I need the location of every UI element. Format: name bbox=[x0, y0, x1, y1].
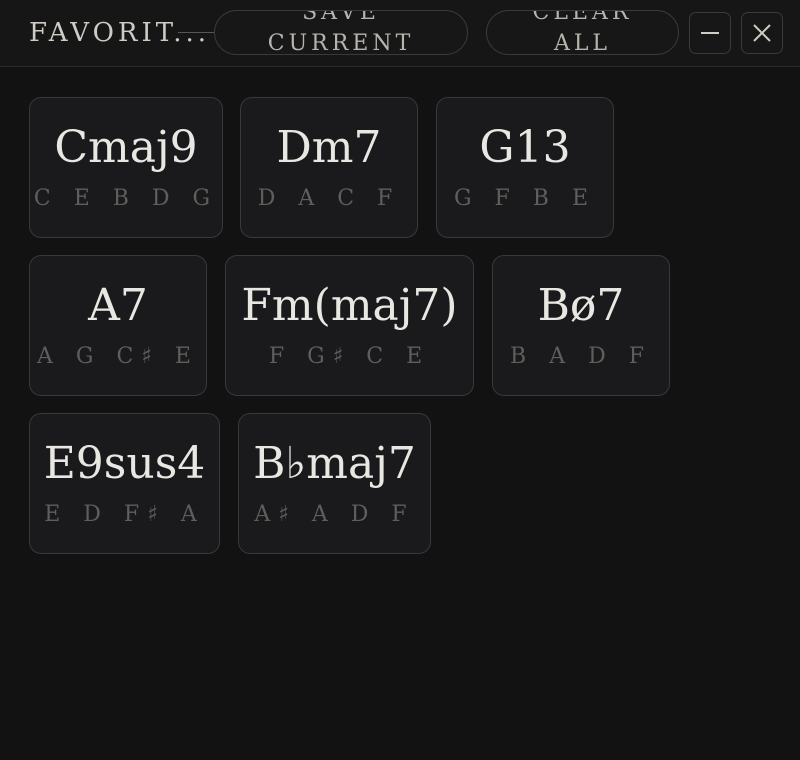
chord-card[interactable]: B♭maj7 A♯ A D F bbox=[238, 413, 431, 554]
chord-card[interactable]: G13 G F B E bbox=[436, 97, 614, 238]
chord-card[interactable]: Bø7 B A D F bbox=[492, 255, 670, 396]
chord-notes: C E B D G bbox=[33, 186, 219, 211]
chord-name: Dm7 bbox=[276, 122, 382, 173]
chord-name: E9sus4 bbox=[43, 438, 206, 489]
chord-card[interactable]: Cmaj9 C E B D G bbox=[29, 97, 223, 238]
chord-card[interactable]: Fm(maj7) F G♯ C E bbox=[225, 255, 474, 396]
chord-card[interactable]: E9sus4 E D F♯ A bbox=[29, 413, 220, 554]
chord-name: G13 bbox=[479, 122, 571, 173]
chord-notes: D A C F bbox=[257, 186, 401, 211]
chord-name: A7 bbox=[88, 280, 148, 331]
chord-grid: Cmaj9 C E B D G Dm7 D A C F G13 G F B E … bbox=[0, 0, 800, 760]
chord-name: Fm(maj7) bbox=[241, 280, 458, 331]
chord-notes: A G C♯ E bbox=[37, 344, 199, 369]
chord-name: Bø7 bbox=[537, 280, 625, 331]
chord-notes: A♯ A D F bbox=[254, 502, 415, 527]
chord-card[interactable]: A7 A G C♯ E bbox=[29, 255, 207, 396]
chord-notes: B A D F bbox=[510, 344, 652, 369]
chord-notes: G F B E bbox=[453, 186, 597, 211]
chord-notes: F G♯ C E bbox=[268, 344, 431, 369]
chord-name: Cmaj9 bbox=[54, 122, 198, 173]
chord-name: B♭maj7 bbox=[253, 438, 416, 489]
chord-card[interactable]: Dm7 D A C F bbox=[240, 97, 418, 238]
favorites-window: FAVORIT... SAVE CURRENT CLEAR ALL Cmaj9 … bbox=[0, 0, 800, 760]
chord-notes: E D F♯ A bbox=[44, 502, 205, 527]
